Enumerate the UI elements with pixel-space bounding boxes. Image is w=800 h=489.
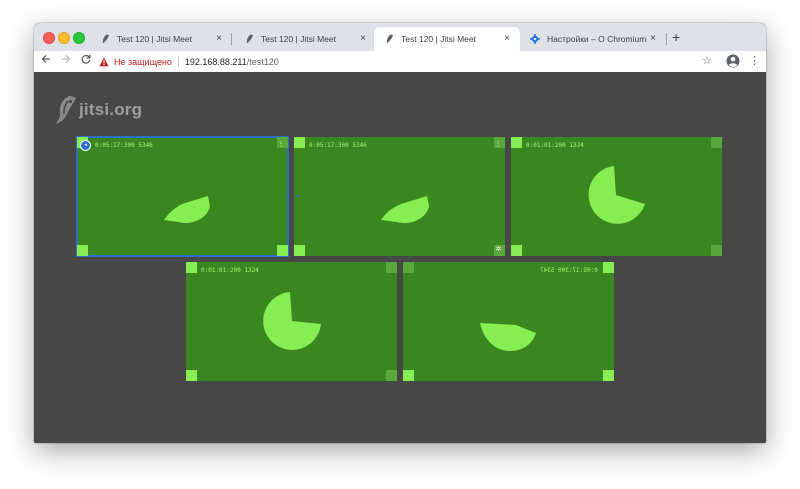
browser-toolbar: Не защищено 192.168.88.211/test120 ☆ ⋮ xyxy=(34,51,766,73)
account-icon[interactable] xyxy=(726,54,740,68)
tile-corner-marker xyxy=(186,370,197,381)
tile-corner-marker xyxy=(186,262,197,273)
reload-button[interactable] xyxy=(79,54,93,68)
video-pie-shape xyxy=(588,166,645,224)
video-timestamp: 0:05:17:300 5346 xyxy=(309,142,367,149)
video-timestamp: 0:05:17:300 5346 xyxy=(95,142,153,149)
minimize-window-button[interactable] xyxy=(58,32,70,44)
video-tile-5[interactable]: 0:05:17:300 5347 xyxy=(403,262,614,381)
url-host: 192.168.88.211 xyxy=(184,56,247,67)
tab-title: Test 120 | Jitsi Meet xyxy=(117,34,192,44)
jitsi-meeting-page: jitsi.org ◂ 0:05:17:300 5346 ⋮ 0:05:17:3… xyxy=(34,72,766,443)
tile-menu-button[interactable]: ⋮ xyxy=(493,139,503,150)
video-tile-3[interactable]: 0:01:01:200 1324 xyxy=(511,137,722,256)
video-pie-shape xyxy=(164,196,210,224)
tile-corner-marker xyxy=(711,245,722,256)
back-button[interactable] xyxy=(39,54,53,68)
tile-corner-marker xyxy=(511,245,522,256)
tile-corner-marker xyxy=(386,262,397,273)
jitsi-icon xyxy=(384,34,394,44)
address-bar[interactable]: Не защищено 192.168.88.211/test120 xyxy=(99,53,721,70)
tile-corner-marker xyxy=(294,137,305,148)
tab-close-button[interactable]: × xyxy=(648,34,658,44)
forward-button[interactable] xyxy=(59,54,73,68)
video-pie-shape xyxy=(263,292,321,350)
close-window-button[interactable] xyxy=(43,32,55,44)
tile-corner-marker xyxy=(294,245,305,256)
security-status[interactable]: Не защищено xyxy=(114,57,172,67)
tile-corner-marker xyxy=(403,370,414,381)
tab-4[interactable]: Настройки – О Chromium × xyxy=(520,27,666,51)
settings-gear-icon[interactable]: ✲ xyxy=(494,245,503,254)
tab-3-active[interactable]: Test 120 | Jitsi Meet × xyxy=(374,27,520,51)
jitsi-icon xyxy=(244,34,254,44)
tile-corner-marker xyxy=(403,262,414,273)
tile-corner-marker xyxy=(603,370,614,381)
video-tile-1[interactable]: ◂ 0:05:17:300 5346 ⋮ xyxy=(76,136,289,257)
video-tile-4[interactable]: 0:01:01:200 1324 xyxy=(186,262,397,381)
video-pie-shape xyxy=(480,323,536,351)
tab-title: Test 120 | Jitsi Meet xyxy=(261,34,336,44)
tile-corner-marker xyxy=(603,262,614,273)
gear-icon xyxy=(530,34,540,44)
tile-corner-marker xyxy=(711,137,722,148)
tab-2[interactable]: Test 120 | Jitsi Meet × xyxy=(234,27,376,51)
video-timestamp: 0:05:17:300 5347 xyxy=(540,267,598,274)
fullscreen-window-button[interactable] xyxy=(73,32,85,44)
video-pie-shape xyxy=(381,196,429,224)
browser-window: Test 120 | Jitsi Meet × Test 120 | Jitsi… xyxy=(34,23,766,443)
tab-close-button[interactable]: × xyxy=(502,34,512,44)
tab-close-button[interactable]: × xyxy=(214,34,224,44)
jitsi-logo[interactable]: jitsi.org xyxy=(55,95,142,125)
tile-menu-button[interactable]: ⋮ xyxy=(276,139,286,150)
tab-strip: Test 120 | Jitsi Meet × Test 120 | Jitsi… xyxy=(34,23,766,51)
logo-text: jitsi.org xyxy=(79,100,143,119)
browser-menu-button[interactable]: ⋮ xyxy=(749,54,760,68)
tab-separator xyxy=(231,33,232,45)
video-timestamp: 0:01:01:200 1324 xyxy=(526,142,584,149)
warning-icon xyxy=(99,57,109,66)
tile-corner-marker xyxy=(511,137,522,148)
tab-close-button[interactable]: × xyxy=(358,34,368,44)
url-path: /test120 xyxy=(246,56,279,67)
bookmark-star-icon[interactable]: ☆ xyxy=(702,54,712,68)
indicator-dot xyxy=(297,195,299,197)
jitsi-logo-icon xyxy=(56,96,76,124)
tile-corner-marker xyxy=(386,370,397,381)
tab-separator xyxy=(666,33,667,45)
video-tile-2[interactable]: 0:05:17:300 5346 ⋮ ✲ xyxy=(294,137,505,256)
tile-corner-marker xyxy=(277,245,288,256)
address-divider xyxy=(177,56,179,67)
tab-title: Test 120 | Jitsi Meet xyxy=(401,34,476,44)
jitsi-icon xyxy=(100,34,110,44)
tile-corner-marker xyxy=(77,245,88,256)
speaker-indicator-icon: ◂ xyxy=(80,140,91,151)
tab-title: Настройки – О Chromium xyxy=(547,34,647,44)
video-timestamp: 0:01:01:200 1324 xyxy=(201,267,259,274)
tab-1[interactable]: Test 120 | Jitsi Meet × xyxy=(90,27,232,51)
new-tab-button[interactable]: + xyxy=(672,30,680,44)
